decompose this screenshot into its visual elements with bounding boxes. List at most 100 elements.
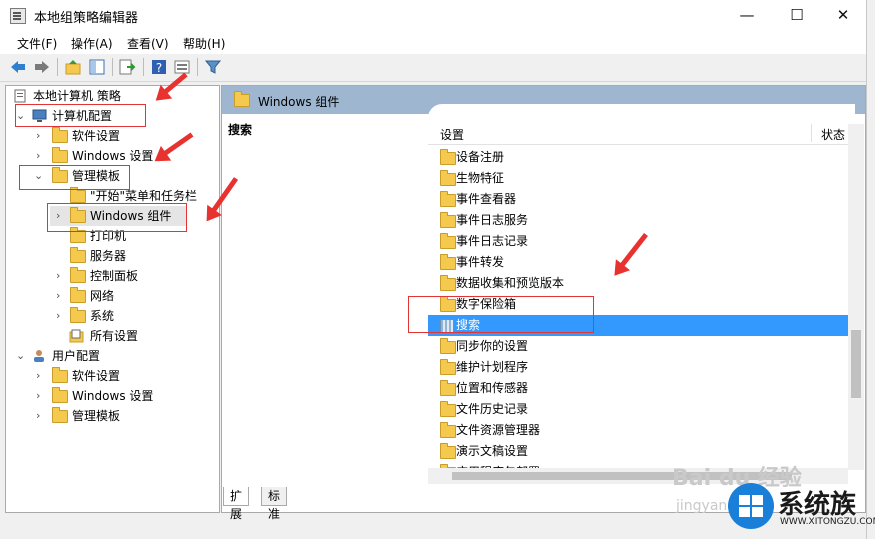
list-item[interactable]: 演示文稿设置 xyxy=(428,441,848,462)
folder-icon xyxy=(70,267,86,283)
folder-icon xyxy=(440,380,456,396)
tree-label: Windows 设置 xyxy=(72,389,154,403)
folder-icon xyxy=(440,212,456,228)
folder-icon xyxy=(440,275,456,291)
scrollbar-thumb[interactable] xyxy=(851,330,861,398)
vertical-scrollbar[interactable] xyxy=(848,124,864,470)
tree-item-windows-settings[interactable]: › Windows 设置 xyxy=(6,146,216,166)
folder-icon xyxy=(440,254,456,270)
folder-icon xyxy=(70,287,86,303)
toolbar-separator xyxy=(197,58,198,76)
list-item-label: 位置和传感器 xyxy=(456,381,529,395)
tree-item-user-windows-settings[interactable]: › Windows 设置 xyxy=(6,386,216,406)
tree-label: 本地计算机 策略 xyxy=(33,89,121,103)
help-icon[interactable]: ? xyxy=(150,58,168,76)
settings-list[interactable]: 设置 状态 设备注册 生物特征 事件查看器 事件日志服务 事件日志记录 事件转发 数据收集和… xyxy=(428,104,855,484)
toolbar-separator xyxy=(143,58,144,76)
minimize-button[interactable]: — xyxy=(724,0,770,30)
folder-icon xyxy=(52,147,68,163)
tree-label: 控制面板 xyxy=(90,269,139,283)
highlight-box-admin-templates xyxy=(19,165,130,190)
list-item[interactable]: 事件日志服务 xyxy=(428,210,848,231)
menu-help[interactable]: 帮助(H) xyxy=(183,35,225,52)
folder-icon xyxy=(440,401,456,417)
column-divider[interactable] xyxy=(811,124,812,142)
folder-icon xyxy=(52,367,68,383)
list-item[interactable]: 位置和传感器 xyxy=(428,378,848,399)
column-state[interactable]: 状态 xyxy=(821,126,845,143)
tree-pane[interactable]: 本地计算机 策略 ⌄ 计算机配置 › 软件设置 › Windows 设置 ⌄ 管… xyxy=(5,85,220,513)
folder-icon xyxy=(440,359,456,375)
list-item[interactable]: 数据收集和预览版本 xyxy=(428,273,848,294)
chevron-right-icon[interactable]: › xyxy=(36,126,40,146)
column-setting[interactable]: 设置 xyxy=(440,126,464,143)
list-item[interactable]: 设备注册 xyxy=(428,147,848,168)
tree-item-root[interactable]: 本地计算机 策略 xyxy=(6,86,216,106)
list-item[interactable]: 事件查看器 xyxy=(428,189,848,210)
folder-icon xyxy=(70,187,86,203)
folder-icon xyxy=(52,407,68,423)
chevron-down-icon[interactable]: ⌄ xyxy=(16,346,25,366)
export-list-icon[interactable] xyxy=(118,58,136,76)
filter-icon[interactable] xyxy=(204,58,222,76)
tree-item-user-software-settings[interactable]: › 软件设置 xyxy=(6,366,216,386)
list-item-label: 维护计划程序 xyxy=(456,360,529,374)
list-item[interactable]: 事件转发 xyxy=(428,252,848,273)
list-item-label: 设备注册 xyxy=(456,150,505,164)
tree-label: 所有设置 xyxy=(90,329,139,343)
tree-label: Windows 设置 xyxy=(72,149,154,163)
tree-label: 用户配置 xyxy=(52,349,101,363)
folder-icon xyxy=(440,422,456,438)
tree-item-control-panel[interactable]: › 控制面板 xyxy=(6,266,216,286)
tree-label: 服务器 xyxy=(90,249,127,263)
menu-file[interactable]: 文件(F) xyxy=(17,35,57,52)
up-folder-icon[interactable] xyxy=(64,58,82,76)
list-item-label: 文件历史记录 xyxy=(456,402,529,416)
list-item[interactable]: 文件资源管理器 xyxy=(428,420,848,441)
chevron-right-icon[interactable]: › xyxy=(36,366,40,386)
list-item[interactable]: 生物特征 xyxy=(428,168,848,189)
tree-item-servers[interactable]: 服务器 xyxy=(6,246,216,266)
brand-name: 系统族 xyxy=(778,490,857,520)
menu-view[interactable]: 查看(V) xyxy=(127,35,169,52)
tab-standard[interactable]: 标准 xyxy=(261,487,288,521)
forward-arrow-icon[interactable] xyxy=(33,58,51,76)
show-hide-tree-icon[interactable] xyxy=(88,58,106,76)
list-item-label: 数据收集和预览版本 xyxy=(456,276,565,290)
tree-item-user-config[interactable]: ⌄ 用户配置 xyxy=(6,346,216,366)
tree-label: 管理模板 xyxy=(72,409,121,423)
close-button[interactable]: ✕ xyxy=(820,0,866,30)
folder-icon xyxy=(70,247,86,263)
maximize-button[interactable]: ☐ xyxy=(774,0,820,30)
highlight-box-windows-components xyxy=(47,203,187,232)
highlight-box-search xyxy=(408,296,594,333)
tree-item-all-settings[interactable]: 所有设置 xyxy=(6,326,216,346)
tree-item-system[interactable]: › 系统 xyxy=(6,306,216,326)
menu-action[interactable]: 操作(A) xyxy=(71,35,113,52)
chevron-right-icon[interactable]: › xyxy=(36,406,40,426)
tree-item-network[interactable]: › 网络 xyxy=(6,286,216,306)
list-item-label: 事件转发 xyxy=(456,255,505,269)
description-title: 搜索 xyxy=(228,123,253,137)
chevron-right-icon[interactable]: › xyxy=(56,306,60,326)
back-arrow-icon[interactable] xyxy=(9,58,27,76)
chevron-right-icon[interactable]: › xyxy=(56,286,60,306)
list-item-label: 演示文稿设置 xyxy=(456,444,529,458)
window-title: 本地组策略编辑器 xyxy=(34,11,139,26)
chevron-right-icon[interactable]: › xyxy=(36,386,40,406)
folder-icon xyxy=(234,91,250,107)
list-item[interactable]: 同步你的设置 xyxy=(428,336,848,357)
tree-item-user-admin-templates[interactable]: › 管理模板 xyxy=(6,406,216,426)
list-item-label: 同步你的设置 xyxy=(456,339,529,353)
list-item[interactable]: 维护计划程序 xyxy=(428,357,848,378)
list-item[interactable]: 文件历史记录 xyxy=(428,399,848,420)
chevron-right-icon[interactable]: › xyxy=(36,146,40,166)
folder-icon xyxy=(440,443,456,459)
title-bar: 本地组策略编辑器 — ☐ ✕ xyxy=(0,0,866,30)
chevron-right-icon[interactable]: › xyxy=(56,266,60,286)
tab-extended[interactable]: 扩展 xyxy=(223,487,250,521)
windows-logo-icon xyxy=(728,483,774,529)
policy-document-icon xyxy=(14,89,26,103)
svg-text:?: ? xyxy=(156,61,162,75)
baidu-watermark-url: jingyan xyxy=(676,498,728,514)
